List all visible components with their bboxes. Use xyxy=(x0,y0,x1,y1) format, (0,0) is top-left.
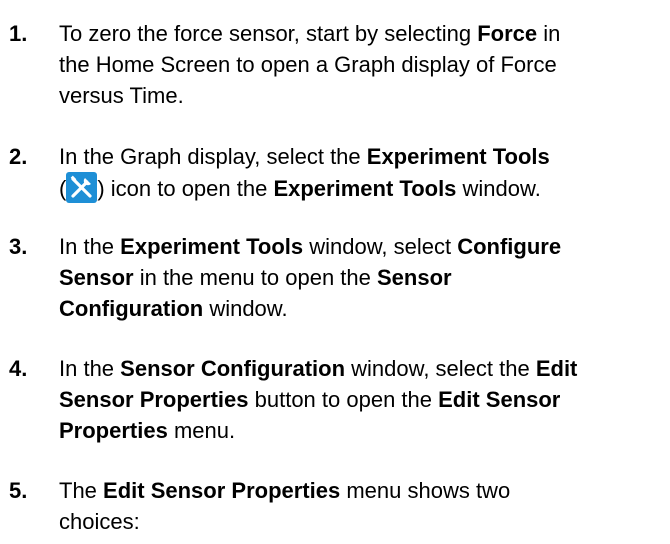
text-line: Sensor in the menu to open the Sensor xyxy=(59,262,667,293)
step-number: 5. xyxy=(9,478,28,503)
step-number: 4. xyxy=(9,356,28,381)
text-run: window. xyxy=(456,176,541,201)
text-run: choices: xyxy=(59,509,140,534)
bold-term: Configure xyxy=(457,234,562,259)
text-run: window. xyxy=(203,296,288,321)
text-run: In the xyxy=(59,356,121,381)
step-number: 3. xyxy=(9,234,28,259)
step-text: In the Graph display, select the Experim… xyxy=(59,141,667,204)
text-line: versus Time. xyxy=(59,80,667,111)
text-run: menu. xyxy=(167,418,236,443)
step-text: The Edit Sensor Properties menu shows tw… xyxy=(59,475,667,537)
text-line: In the Sensor Configuration window, sele… xyxy=(59,353,667,384)
text-run: the Home Screen to open a Graph display … xyxy=(59,52,557,77)
bold-term: Sensor Properties xyxy=(59,387,249,412)
bold-term: Experiment Tools xyxy=(120,234,304,259)
text-line: In the Graph display, select the Experim… xyxy=(59,141,667,172)
text-line: choices: xyxy=(59,506,667,537)
text-run: ) icon to open the xyxy=(97,176,274,201)
text-run: in xyxy=(537,21,561,46)
text-run: In the Graph display, select the xyxy=(59,144,367,169)
text-run: ( xyxy=(59,176,67,201)
text-line: To zero the force sensor, start by selec… xyxy=(59,18,667,49)
bold-term: Configuration xyxy=(59,296,204,321)
bold-term: Sensor xyxy=(59,265,134,290)
step-text: To zero the force sensor, start by selec… xyxy=(59,18,667,111)
bold-term: Edit xyxy=(535,356,578,381)
bold-term: Experiment Tools xyxy=(273,176,457,201)
text-run: in the menu to open the xyxy=(133,265,377,290)
text-run: The xyxy=(59,478,104,503)
text-line: Properties menu. xyxy=(59,415,667,446)
bold-term: Edit Sensor Properties xyxy=(103,478,341,503)
experiment-tools-icon xyxy=(66,172,98,203)
text-run: In the xyxy=(59,234,121,259)
text-run: To zero the force sensor, start by selec… xyxy=(59,21,478,46)
bold-term: Sensor xyxy=(377,265,452,290)
text-run: menu shows two xyxy=(340,478,511,503)
step-text: In the Sensor Configuration window, sele… xyxy=(59,353,667,446)
step-text: In the Experiment Tools window, select C… xyxy=(59,231,667,324)
bold-term: Force xyxy=(477,21,538,46)
text-run: button to open the xyxy=(248,387,439,412)
bold-term: Sensor Configuration xyxy=(120,356,346,381)
text-line: ( ) icon to open the Experiment Tools win… xyxy=(59,172,667,204)
text-run: window, select the xyxy=(345,356,536,381)
text-run: versus Time. xyxy=(59,83,184,108)
step-number: 2. xyxy=(9,144,28,169)
bold-term: Experiment Tools xyxy=(366,144,550,169)
bold-term: Edit Sensor xyxy=(438,387,561,412)
step-number: 1. xyxy=(9,21,28,46)
text-line: In the Experiment Tools window, select C… xyxy=(59,231,667,262)
text-line: The Edit Sensor Properties menu shows tw… xyxy=(59,475,667,506)
text-line: Configuration window. xyxy=(59,293,667,324)
text-run: window, select xyxy=(303,234,458,259)
text-line: Sensor Properties button to open the Edi… xyxy=(59,384,667,415)
text-line: the Home Screen to open a Graph display … xyxy=(59,49,667,80)
bold-term: Properties xyxy=(59,418,168,443)
